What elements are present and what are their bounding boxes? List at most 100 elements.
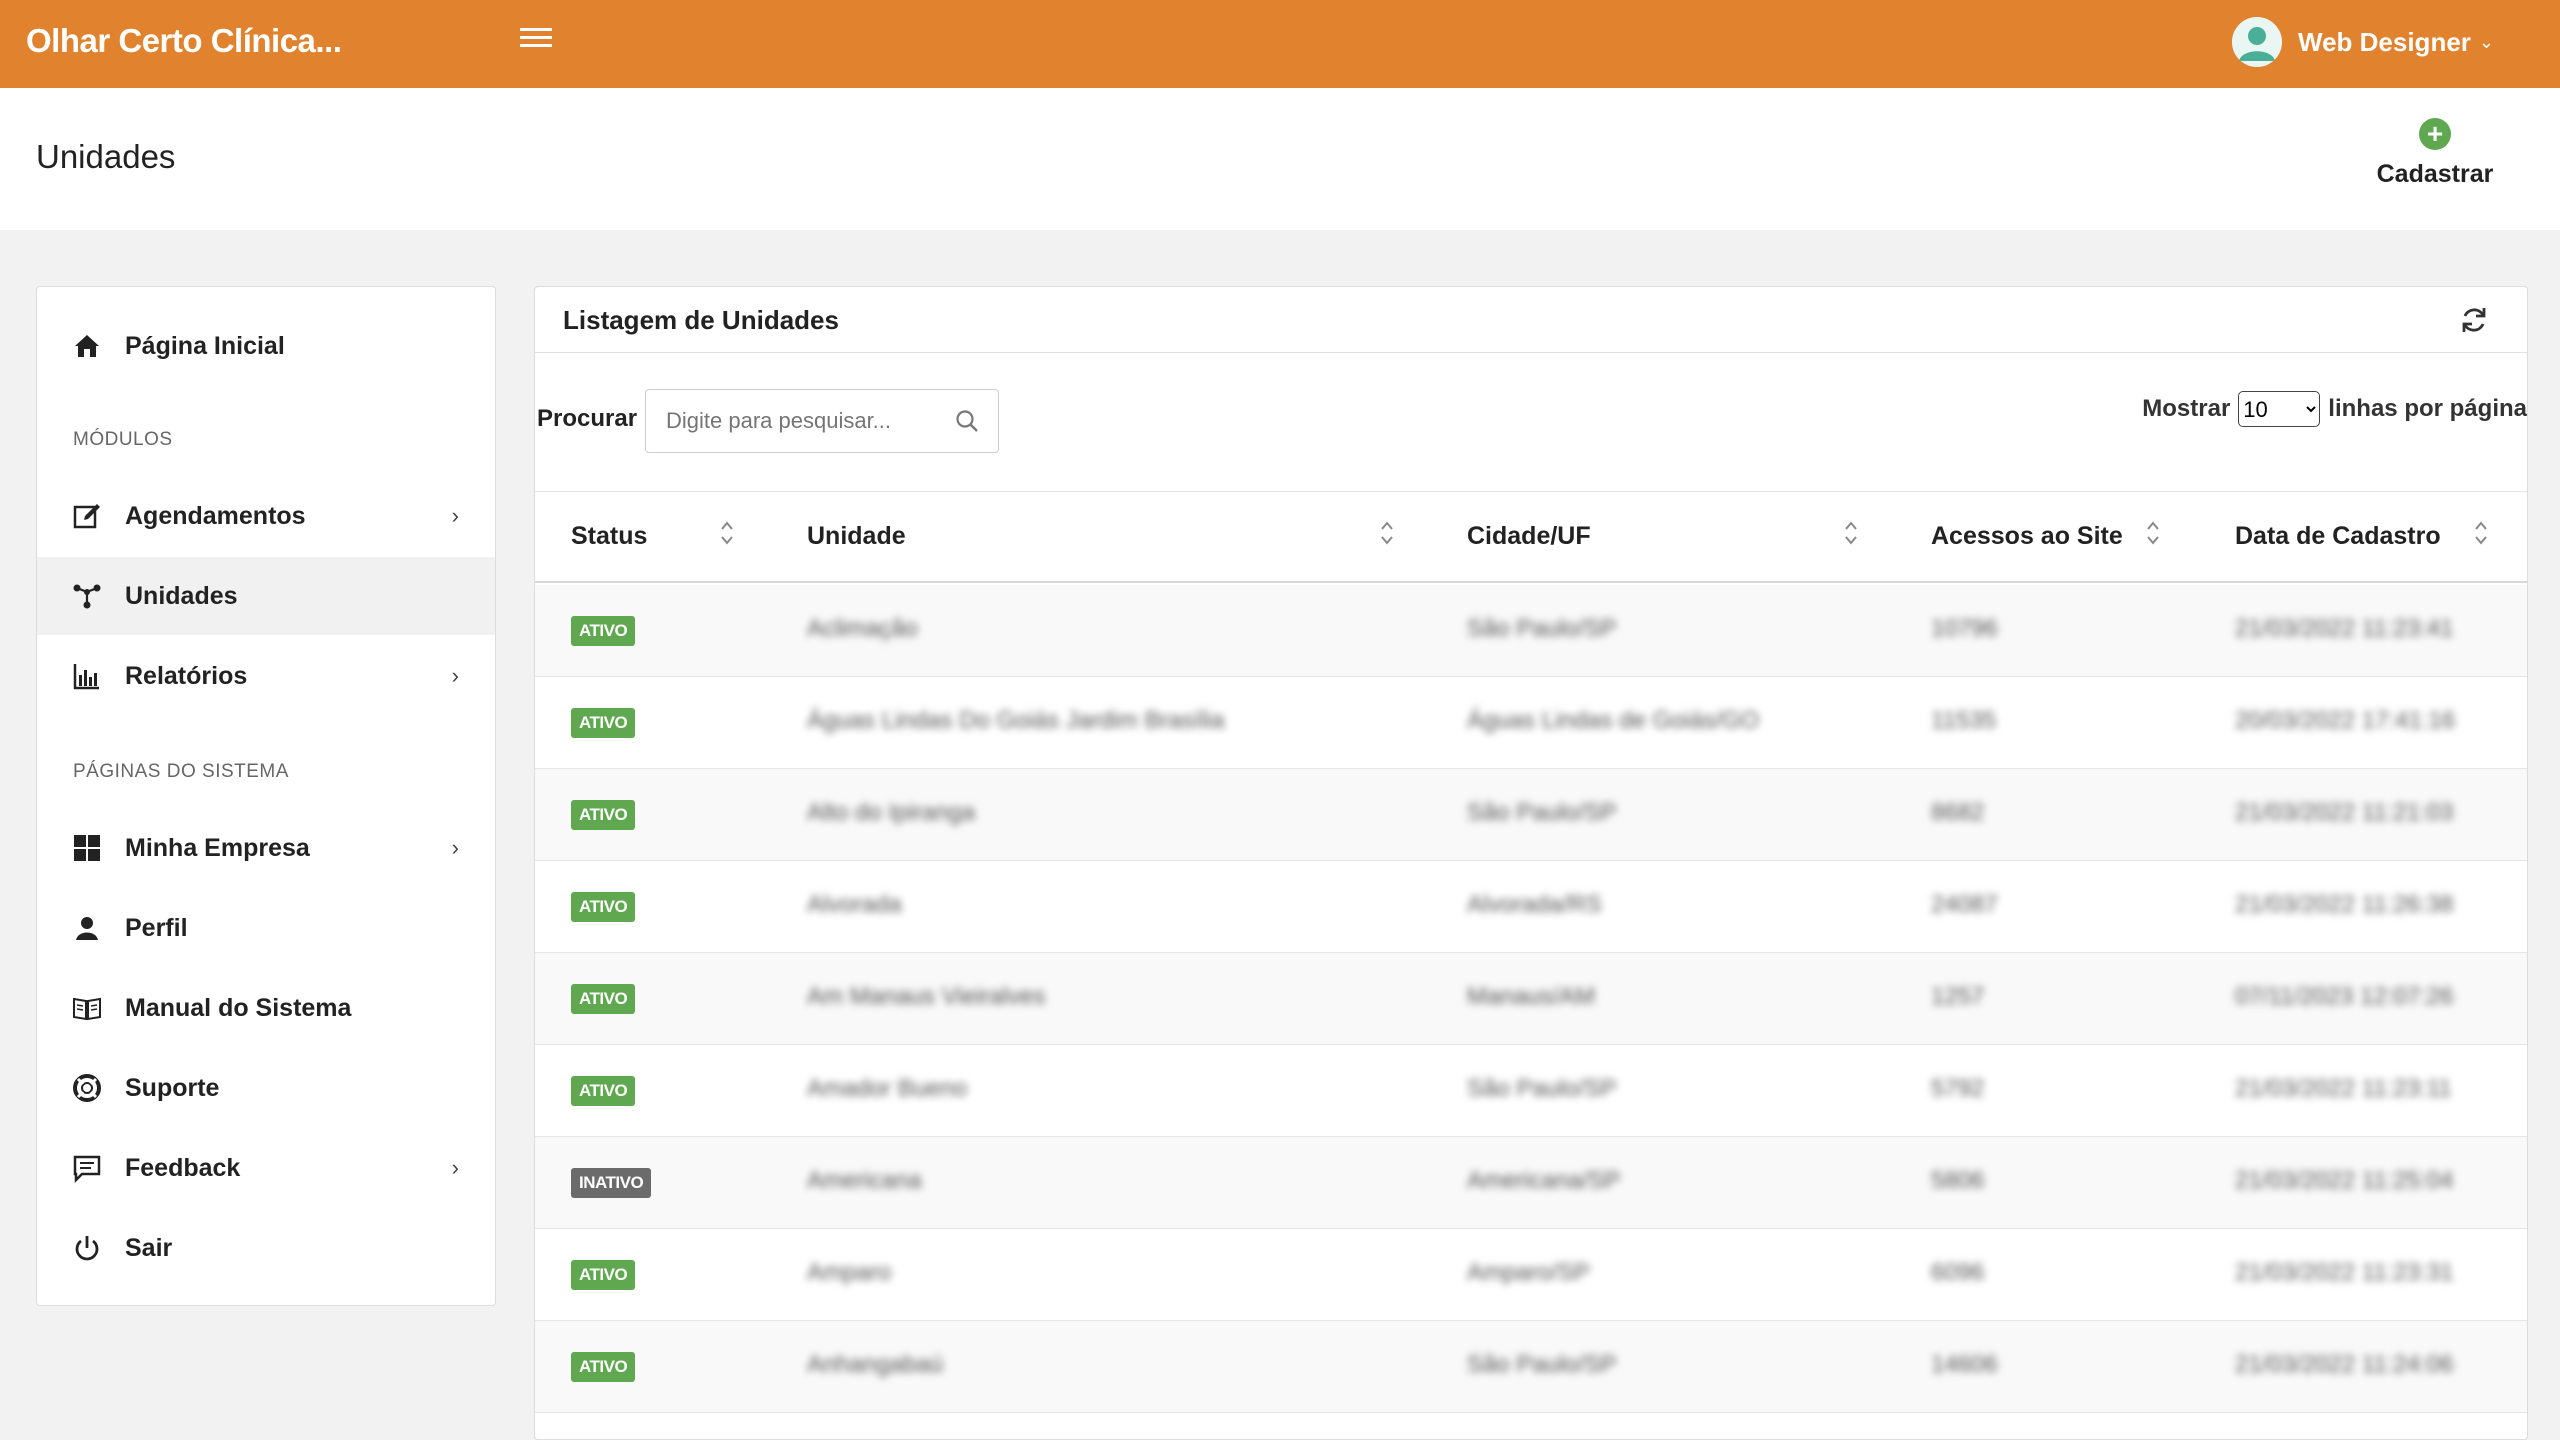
table-row[interactable]: ATIVO Aclimação São Paulo/SP 10796 21/03/202… [535, 585, 2527, 677]
table-row[interactable]: ATIVO Amador Bueno São Paulo/SP 5792 21/03/2… [535, 1045, 2527, 1137]
table-row[interactable]: ATIVO Alvorada Alvorada/RS 24087 21/03/2022 … [535, 861, 2527, 953]
visits-cell: 5806 [1931, 1167, 1985, 1194]
search-icon[interactable] [954, 408, 980, 434]
sidebar-item-sair[interactable]: Sair [37, 1209, 495, 1287]
table-row[interactable]: ATIVO Am Manaus Vieiralves Manaus/AM 1257 07… [535, 953, 2527, 1045]
table-row[interactable]: INATIVO Americana Americana/SP 5806 21/03/20… [535, 1137, 2527, 1229]
status-badge: INATIVO [571, 1168, 652, 1198]
sort-icon[interactable] [719, 518, 735, 548]
sidebar-item-home[interactable]: Página Inicial [37, 307, 495, 385]
unit-name-cell: Águas Lindas Do Goiás Jardim Brasília [807, 707, 1225, 734]
power-icon [69, 1230, 105, 1266]
sidebar-item-perfil[interactable]: Perfil [37, 889, 495, 967]
sidebar-item-agendamentos[interactable]: Agendamentos › [37, 477, 495, 555]
sidebar-item-label: Manual do Sistema [125, 993, 352, 1022]
units-panel: Listagem de Unidades Procurar Mostrar 10… [534, 286, 2528, 1440]
bar-chart-icon [69, 658, 105, 694]
date-cell: 21/03/2022 11:21:03 [2235, 799, 2454, 826]
date-cell: 21/03/2022 11:25:04 [2235, 1167, 2454, 1194]
table-row[interactable]: ATIVO Alto do Ipiranga São Paulo/SP 8682 21/… [535, 769, 2527, 861]
date-cell: 21/03/2022 11:23:41 [2235, 615, 2454, 642]
status-badge: ATIVO [571, 616, 636, 646]
panel-header: Listagem de Unidades [535, 287, 2527, 353]
show-label: Mostrar [2142, 395, 2231, 422]
page-length-control: Mostrar 10 linhas por página [2142, 391, 2527, 427]
visits-cell: 11535 [1931, 707, 1996, 734]
sidebar-item-label: Feedback [125, 1153, 241, 1182]
column-header-acessos[interactable]: Acessos ao Site [1931, 522, 2123, 551]
grid-icon [69, 830, 105, 866]
chevron-right-icon: › [451, 503, 459, 528]
sidebar-section-system: PÁGINAS DO SISTEMA [73, 761, 289, 782]
add-unit-button[interactable]: + Cadastrar [2350, 118, 2520, 189]
column-header-unidade[interactable]: Unidade [807, 522, 906, 551]
city-cell: Manaus/AM [1467, 983, 1596, 1010]
sidebar: Página Inicial MÓDULOS Agendamentos › Un… [36, 286, 496, 1306]
chevron-right-icon: › [451, 663, 459, 688]
sidebar-item-label: Minha Empresa [125, 833, 310, 862]
page-title: Unidades [36, 138, 176, 175]
sidebar-item-feedback[interactable]: Feedback › [37, 1129, 495, 1207]
city-cell: Alvorada/RS [1467, 891, 1602, 918]
table-row[interactable]: ATIVO Anhangabaú São Paulo/SP 14606 21/03/20… [535, 1321, 2527, 1413]
page-size-suffix: linhas por página [2328, 395, 2527, 422]
sort-icon[interactable] [2473, 518, 2489, 548]
add-unit-label: Cadastrar [2376, 160, 2494, 188]
sidebar-item-label: Página Inicial [125, 331, 285, 360]
chevron-right-icon: › [451, 1155, 459, 1180]
app-title[interactable]: Olhar Certo Clínica... [26, 22, 342, 60]
unit-name-cell: Alvorada [807, 891, 902, 918]
sidebar-item-relatorios[interactable]: Relatórios › [37, 637, 495, 715]
unit-name-cell: Alto do Ipiranga [807, 799, 976, 826]
table-row[interactable]: ATIVO Amparo Amparo/SP 6096 21/03/2022 11:23… [535, 1229, 2527, 1321]
sidebar-section-modules: MÓDULOS [73, 429, 173, 450]
chevron-down-icon: ⌄ [2478, 31, 2494, 52]
sidebar-item-suporte[interactable]: Suporte [37, 1049, 495, 1127]
visits-cell: 14606 [1931, 1351, 1998, 1378]
column-header-data[interactable]: Data de Cadastro [2235, 522, 2441, 551]
city-cell: Americana/SP [1467, 1167, 1621, 1194]
search-label: Procurar [537, 405, 638, 432]
network-icon [69, 578, 105, 614]
search-input[interactable] [666, 408, 936, 434]
sort-icon[interactable] [2145, 518, 2161, 548]
status-badge: ATIVO [571, 1260, 636, 1290]
unit-name-cell: Am Manaus Vieiralves [807, 983, 1046, 1010]
sidebar-item-label: Suporte [125, 1073, 220, 1102]
home-icon [69, 328, 105, 364]
date-cell: 07/11/2023 12:07:26 [2235, 983, 2454, 1010]
column-header-cidade[interactable]: Cidade/UF [1467, 522, 1591, 551]
user-menu[interactable]: Web Designer ⌄ [2232, 14, 2494, 70]
sort-icon[interactable] [1843, 518, 1859, 548]
page-size-select[interactable]: 10 [2238, 391, 2321, 427]
status-badge: ATIVO [571, 984, 636, 1014]
status-badge: ATIVO [571, 1352, 636, 1382]
sidebar-item-minha-empresa[interactable]: Minha Empresa › [37, 809, 495, 887]
sidebar-item-label: Sair [125, 1233, 173, 1262]
unit-name-cell: Anhangabaú [807, 1351, 944, 1378]
unit-name-cell: Aclimação [807, 615, 918, 642]
person-icon [69, 910, 105, 946]
city-cell: São Paulo/SP [1467, 615, 1617, 642]
visits-cell: 1257 [1931, 983, 1985, 1010]
date-cell: 21/03/2022 11:23:11 [2235, 1075, 2452, 1102]
visits-cell: 5792 [1931, 1075, 1985, 1102]
plus-circle-icon: + [2419, 118, 2451, 150]
menu-icon[interactable] [520, 28, 552, 56]
status-badge: ATIVO [571, 800, 636, 830]
status-badge: ATIVO [571, 892, 636, 922]
sort-icon[interactable] [1379, 518, 1395, 548]
column-header-status[interactable]: Status [571, 522, 647, 551]
search-box [645, 389, 999, 453]
sidebar-item-manual[interactable]: Manual do Sistema [37, 969, 495, 1047]
sidebar-item-unidades[interactable]: Unidades [37, 557, 495, 635]
date-cell: 21/03/2022 11:23:31 [2235, 1259, 2454, 1286]
city-cell: Águas Lindas de Goiás/GO [1467, 707, 1760, 734]
sidebar-item-label: Perfil [125, 913, 188, 942]
page-header: Unidades + Cadastrar [0, 88, 2560, 230]
date-cell: 21/03/2022 11:24:06 [2235, 1351, 2454, 1378]
table-row[interactable]: ATIVO Águas Lindas Do Goiás Jardim Brasíl… [535, 677, 2527, 769]
table-header: Status Unidade Cidade/UF Acessos ao Site… [535, 491, 2527, 583]
refresh-icon[interactable] [2457, 303, 2491, 337]
edit-icon [69, 498, 105, 534]
